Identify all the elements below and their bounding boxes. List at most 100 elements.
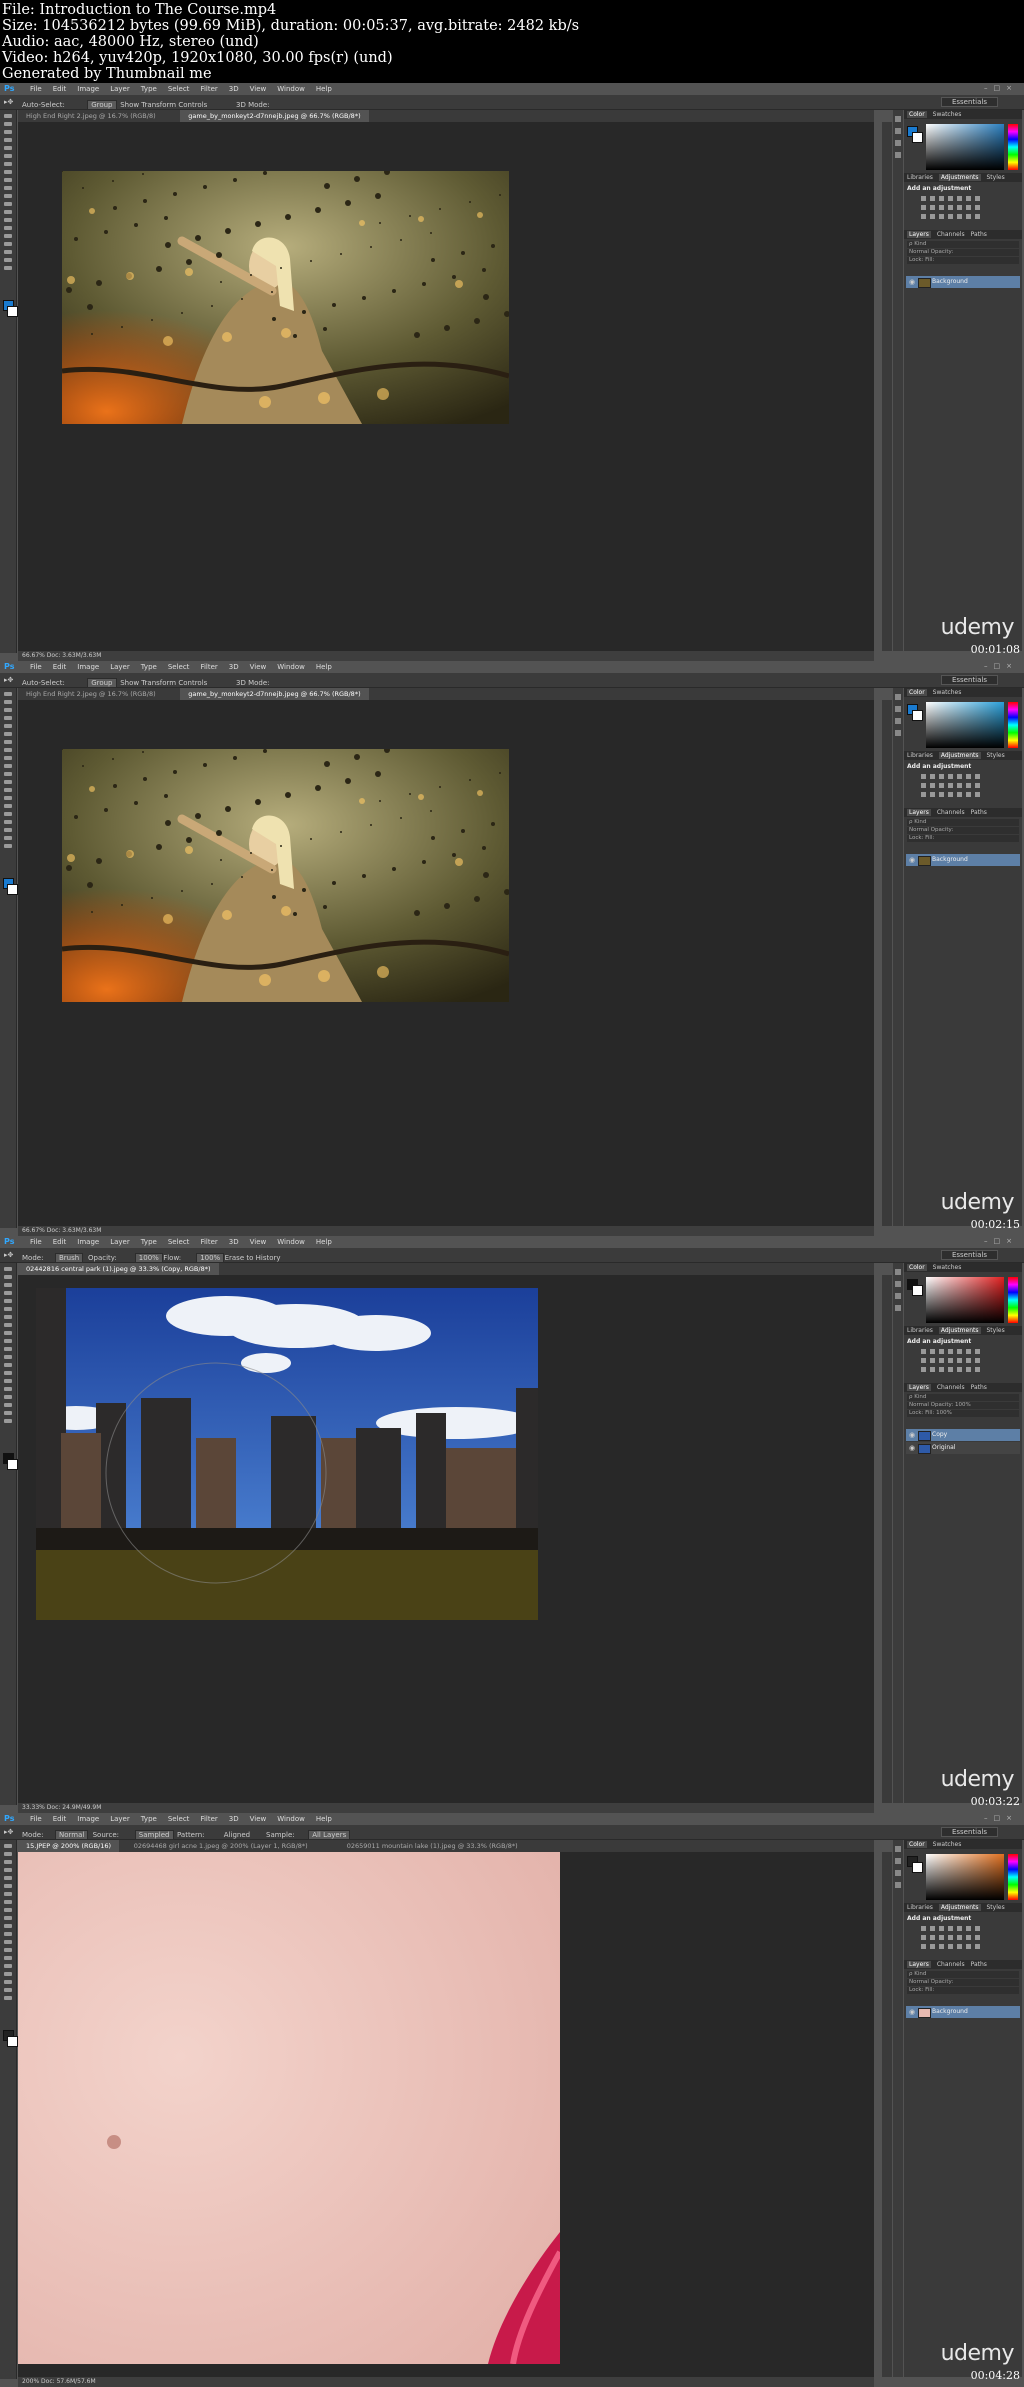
- shape-tool-icon[interactable]: [4, 1980, 12, 1984]
- menu-edit[interactable]: Edit: [53, 663, 67, 671]
- panel-tab[interactable]: Channels: [937, 1384, 965, 1391]
- layers-control-row[interactable]: Lock: Fill:: [907, 1987, 1019, 1994]
- crop-tool-icon[interactable]: [4, 1876, 12, 1880]
- move-tool-icon[interactable]: [4, 114, 12, 118]
- move-tool-icon[interactable]: [4, 692, 12, 696]
- vertical-scrollbar[interactable]: [882, 122, 892, 651]
- menu-image[interactable]: Image: [77, 663, 99, 671]
- panel-tab[interactable]: Paths: [971, 809, 987, 816]
- clone-stamp-tool-icon[interactable]: [4, 756, 12, 760]
- clone-stamp-tool-icon[interactable]: [4, 178, 12, 182]
- menu-select[interactable]: Select: [168, 1815, 190, 1823]
- layer-row[interactable]: ◉ Background: [906, 276, 1020, 288]
- window-controls-icon[interactable]: –□×: [984, 662, 1018, 670]
- document-tab[interactable]: High End Right 2.jpeg @ 16.7% (RGB/8): [18, 688, 164, 700]
- history-panel-icon[interactable]: [895, 116, 901, 122]
- panel-tab[interactable]: Libraries: [907, 1327, 933, 1334]
- brush-tool-icon[interactable]: [4, 1900, 12, 1904]
- option-2[interactable]: Opacity:: [88, 1254, 117, 1262]
- move-tool-icon[interactable]: [4, 1844, 12, 1848]
- properties-panel-icon[interactable]: [895, 706, 901, 712]
- adjustment-icons-row-2[interactable]: [921, 783, 981, 788]
- menu-3d[interactable]: 3D: [229, 85, 239, 93]
- panel-tab[interactable]: Color: [907, 111, 927, 118]
- adjustment-icons-row-2[interactable]: [921, 205, 981, 210]
- document-tab[interactable]: 02694468 girl acne 1.jpeg @ 200% (Layer …: [126, 1840, 316, 1852]
- document-tab[interactable]: 02659011 mountain lake (1).jpeg @ 33.3% …: [339, 1840, 526, 1852]
- layer-row[interactable]: ◉ Original: [906, 1442, 1020, 1454]
- zoom-tool-icon[interactable]: [4, 1996, 12, 2000]
- lasso-tool-icon[interactable]: [4, 1860, 12, 1864]
- layers-control-row[interactable]: Normal Opacity:: [907, 827, 1019, 834]
- blur-tool-icon[interactable]: [4, 1363, 12, 1367]
- panel-tab[interactable]: Libraries: [907, 752, 933, 759]
- color-picker-field[interactable]: [926, 124, 1004, 170]
- menu-image[interactable]: Image: [77, 85, 99, 93]
- move-tool-icon[interactable]: [4, 1267, 12, 1271]
- layers-control-row[interactable]: ρ Kind: [907, 1394, 1019, 1401]
- option-0[interactable]: Auto-Select:: [22, 679, 65, 687]
- background-color-swatch[interactable]: [7, 884, 18, 895]
- properties-panel-icon[interactable]: [895, 128, 901, 134]
- option-5[interactable]: Aligned: [224, 1831, 250, 1839]
- path-select-tool-icon[interactable]: [4, 1972, 12, 1976]
- panel-tab[interactable]: Paths: [971, 231, 987, 238]
- paragraph-panel-icon[interactable]: [895, 730, 901, 736]
- layers-control-row[interactable]: Lock: Fill:: [907, 835, 1019, 842]
- brush-tool-icon[interactable]: [4, 170, 12, 174]
- hue-slider[interactable]: [1008, 702, 1018, 748]
- option-0[interactable]: Mode:: [22, 1831, 43, 1839]
- dodge-tool-icon[interactable]: [4, 218, 12, 222]
- panel-tab[interactable]: Layers: [907, 231, 931, 238]
- menu-type[interactable]: Type: [141, 1815, 157, 1823]
- workspace-switcher[interactable]: Essentials: [940, 97, 998, 107]
- eraser-tool-icon[interactable]: [4, 1924, 12, 1928]
- eraser-tool-icon[interactable]: [4, 772, 12, 776]
- lasso-tool-icon[interactable]: [4, 130, 12, 134]
- dodge-tool-icon[interactable]: [4, 1948, 12, 1952]
- color-picker-field[interactable]: [926, 702, 1004, 748]
- pen-tool-icon[interactable]: [4, 1379, 12, 1383]
- blur-tool-icon[interactable]: [4, 1940, 12, 1944]
- paragraph-panel-icon[interactable]: [895, 1882, 901, 1888]
- adjustment-icons-row-3[interactable]: [921, 214, 981, 219]
- option-7[interactable]: All Layers: [308, 1830, 351, 1840]
- layers-control-row[interactable]: Normal Opacity:: [907, 1979, 1019, 1986]
- visibility-eye-icon[interactable]: ◉: [909, 276, 915, 288]
- panel-tab[interactable]: Channels: [937, 231, 965, 238]
- eyedropper-tool-icon[interactable]: [4, 154, 12, 158]
- document-tab[interactable]: game_by_monkeyt2-d7nnejb.jpeg @ 66.7% (R…: [180, 110, 369, 122]
- clone-stamp-tool-icon[interactable]: [4, 1908, 12, 1912]
- panel-tab[interactable]: Styles: [987, 1904, 1005, 1911]
- properties-panel-icon[interactable]: [895, 1858, 901, 1864]
- option-3[interactable]: 3D Mode:: [236, 679, 270, 687]
- eyedropper-tool-icon[interactable]: [4, 1884, 12, 1888]
- panel-background-swatch[interactable]: [912, 132, 923, 143]
- document-canvas[interactable]: [18, 1275, 874, 1803]
- type-tool-icon[interactable]: [4, 1387, 12, 1391]
- option-6[interactable]: Erase to History: [225, 1254, 281, 1262]
- panel-tab[interactable]: Styles: [987, 174, 1005, 181]
- menu-window[interactable]: Window: [277, 1238, 305, 1246]
- quick-select-tool-icon[interactable]: [4, 1868, 12, 1872]
- panel-tab[interactable]: Channels: [937, 809, 965, 816]
- shape-tool-icon[interactable]: [4, 250, 12, 254]
- adjustment-icons-row-1[interactable]: [921, 196, 981, 201]
- info-panel-icon[interactable]: [895, 1870, 901, 1876]
- hand-tool-icon[interactable]: [4, 1411, 12, 1415]
- option-3[interactable]: Sampled: [134, 1830, 174, 1840]
- window-controls-icon[interactable]: –□×: [984, 1237, 1018, 1245]
- zoom-tool-icon[interactable]: [4, 1419, 12, 1423]
- properties-panel-icon[interactable]: [895, 1281, 901, 1287]
- layer-row[interactable]: ◉ Copy: [906, 1429, 1020, 1441]
- blur-tool-icon[interactable]: [4, 788, 12, 792]
- menu-edit[interactable]: Edit: [53, 85, 67, 93]
- menu-view[interactable]: View: [250, 1815, 267, 1823]
- hand-tool-icon[interactable]: [4, 1988, 12, 1992]
- brush-tool-icon[interactable]: [4, 1323, 12, 1327]
- background-color-swatch[interactable]: [7, 2036, 18, 2047]
- panel-tab[interactable]: Adjustments: [938, 1904, 981, 1911]
- vertical-scrollbar[interactable]: [882, 700, 892, 1226]
- layers-control-row[interactable]: Normal Opacity: 100%: [907, 1402, 1019, 1409]
- menu-view[interactable]: View: [250, 1238, 267, 1246]
